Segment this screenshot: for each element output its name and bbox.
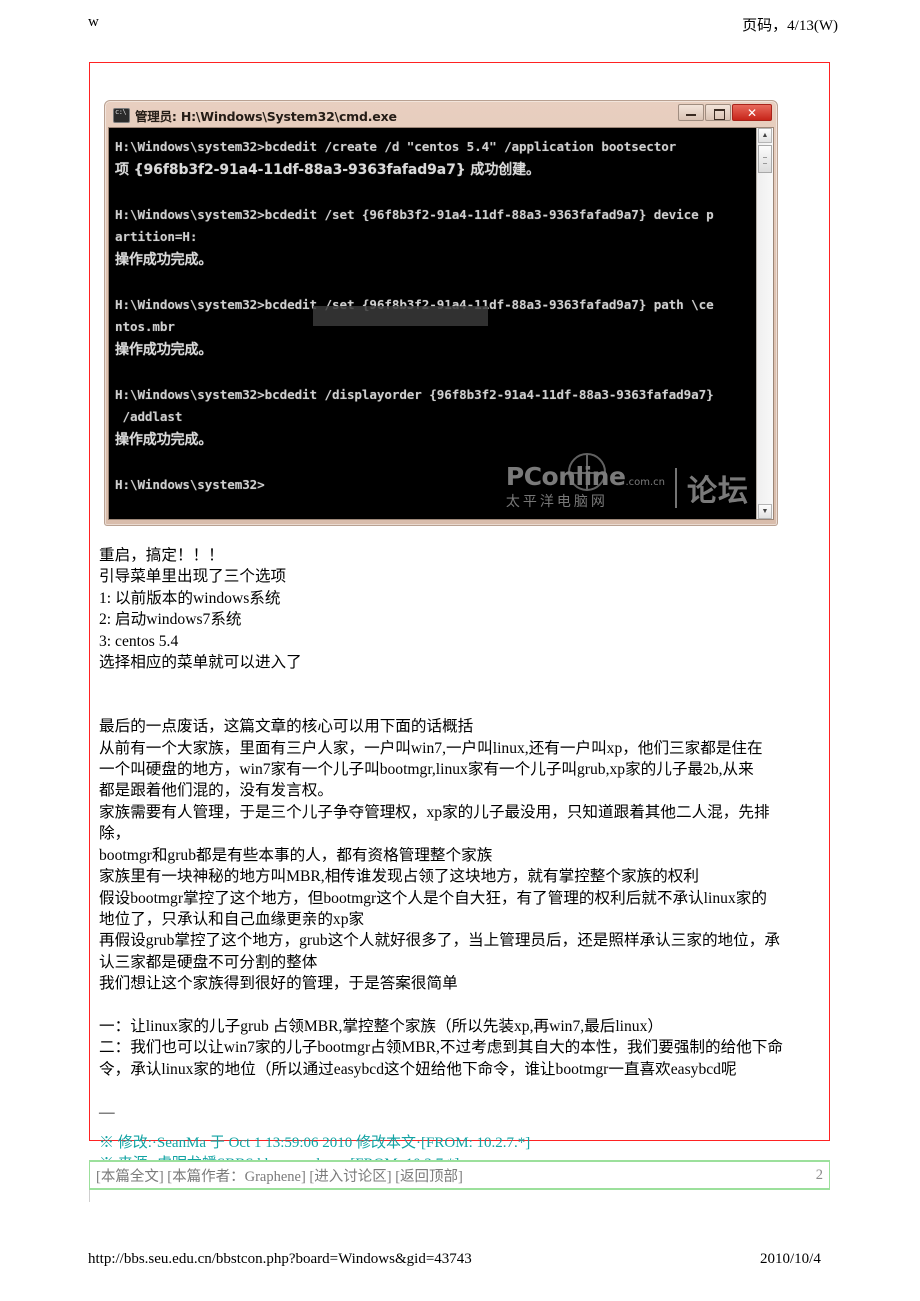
article-paragraph: 1: 以前版本的windows系统 (99, 589, 281, 607)
cmd-titlebar: 管理员: H:\Windows\System32\cmd.exe ✕ (108, 104, 774, 127)
article-paragraph: 重启，搞定！！！ (99, 547, 224, 564)
footer-date: 2010/10/4 (760, 1251, 821, 1267)
header-page-number: 页码，4/13(W) (742, 18, 838, 34)
cmd-scrollbar[interactable]: ▲ ▼ (756, 128, 773, 519)
maximize-button[interactable] (705, 104, 731, 121)
page-footer: http://bbs.seu.edu.cn/bbstcon.php?board=… (0, 1251, 920, 1273)
article-paragraph: 引导菜单里出现了三个选项 (99, 568, 287, 586)
cmd-output-line: H:\Windows\system32>bcdedit /displayorde… (115, 386, 714, 402)
footer-tail-divider (89, 1190, 830, 1202)
article-paragraph: 家族里有一块神秘的地方叫MBR,相传谁发现占领了这块地方，就有掌控整个家族的权利 (99, 868, 699, 886)
scroll-down-arrow-icon[interactable]: ▼ (758, 504, 772, 519)
cmd-output-line: H:\Windows\system32> (115, 476, 265, 492)
minimize-button[interactable] (678, 104, 704, 121)
article-paragraph (99, 995, 823, 1016)
article-paragraph: 一个叫硬盘的地方，win7家有一个儿子叫bootmgr,linux家有一个儿子叫… (99, 761, 754, 779)
article-paragraph: 家族需要有人管理，于是三个儿子争夺管理权，xp家的儿子最没用，只知道跟着其他二人… (99, 803, 770, 821)
article-paragraph: 认三家都是硬盘不可分割的整体 (99, 953, 318, 971)
window-controls: ✕ (678, 104, 772, 121)
article-paragraph: 选择相应的菜单就可以进入了 (99, 654, 302, 672)
post-footer-links[interactable]: [本篇全文] [本篇作者：Graphene] [进入讨论区] [返回顶部] (96, 1165, 816, 1186)
cmd-output-line (115, 181, 756, 204)
article-paragraph: 二：我们也可以让win7家的儿子bootmgr占领MBR,不过考虑到其自大的本性… (99, 1039, 783, 1057)
post-footer-page-number: 2 (815, 1166, 823, 1183)
scroll-up-arrow-icon[interactable]: ▲ (758, 128, 772, 143)
article-container: 管理员: H:\Windows\System32\cmd.exe ✕ H:\Wi… (89, 62, 830, 1172)
article-paragraph (99, 673, 823, 694)
cmd-window-screenshot: 管理员: H:\Windows\System32\cmd.exe ✕ H:\Wi… (104, 100, 778, 526)
cmd-output-line: H:\Windows\system32>bcdedit /set {96f8b3… (115, 206, 714, 222)
article-body: 重启，搞定！！！ 引导菜单里出现了三个选项 1: 以前版本的windows系统 2: … (99, 545, 823, 1176)
article-paragraph: 从前有一个大家族，里面有三户人家，一户叫win7,一户叫linux,还有一户叫x… (99, 739, 763, 757)
article-spacer (99, 1123, 823, 1133)
cmd-output-line (115, 451, 756, 474)
post-footer-bar: [本篇全文] [本篇作者：Graphene] [进入讨论区] [返回顶部] 2 (89, 1160, 830, 1190)
article-paragraph: 再假设grub掌控了这个地方，grub这个人就好很多了，当上管理员后，还是照样承… (99, 932, 780, 950)
cmd-output-line: 操作成功完成。 (115, 251, 213, 268)
scrollbar-thumb[interactable] (758, 145, 772, 173)
article-paragraph: 一：让linux家的儿子grub 占领MBR,掌控整个家族（所以先装xp,再wi… (99, 1017, 663, 1035)
article-paragraph: 地位了，只承认和自己血缘更亲的xp家 (99, 910, 365, 928)
cmd-output-line: artition=H: (115, 229, 198, 244)
cmd-window-title: 管理员: H:\Windows\System32\cmd.exe (135, 109, 397, 124)
cmd-output-line (115, 361, 756, 384)
article-paragraph: 3: centos 5.4 (99, 632, 179, 650)
cmd-output-line: 操作成功完成。 (115, 431, 213, 448)
article-paragraph: — (99, 1103, 115, 1121)
cmd-output-line: H:\Windows\system32>bcdedit /create /d "… (115, 139, 677, 154)
article-paragraph: 假设bootmgr掌控了这个地方，但bootmgr这个人是个自大狂，有了管理的权… (99, 889, 767, 907)
article-paragraph: 除， (99, 825, 131, 843)
cmd-output-line (115, 271, 756, 294)
close-button[interactable]: ✕ (732, 104, 772, 121)
article-paragraph: 令，承认linux家的地位（所以通过easybcd这个妞给他下命令，谁让boot… (99, 1060, 737, 1078)
article-paragraph: bootmgr和grub都是有些本事的人，都有资格管理整个家族 (99, 846, 493, 864)
cmd-selection-highlight (313, 306, 488, 326)
cmd-body: H:\Windows\system32>bcdedit /create /d "… (108, 127, 774, 520)
footer-url: http://bbs.seu.edu.cn/bbstcon.php?board=… (88, 1251, 472, 1267)
cmd-output-line: 项 {96f8b3f2-91a4-11df-88a3-9363fafad9a7}… (115, 161, 540, 178)
cmd-output-line: 操作成功完成。 (115, 341, 213, 358)
header-left-label: w (88, 14, 99, 30)
article-paragraph: 最后的一点废话，这篇文章的核心可以用下面的话概括 (99, 718, 474, 736)
cmd-icon (113, 108, 130, 123)
article-signature-line: ※ 修改:·SeanMa 于 Oct 1 13:59:06 2010 修改本文·… (99, 1134, 531, 1151)
article-paragraph: 我们想让这个家族得到很好的管理，于是答案很简单 (99, 975, 458, 993)
article-paragraph (99, 1080, 823, 1101)
article-paragraph: 2: 启动windows7系统 (99, 611, 242, 629)
article-paragraph: 都是跟着他们混的，没有发言权。 (99, 782, 333, 800)
page-header: w 页码，4/13(W) (0, 14, 920, 38)
article-paragraph (99, 695, 823, 716)
cmd-output-line: /addlast (115, 409, 183, 424)
